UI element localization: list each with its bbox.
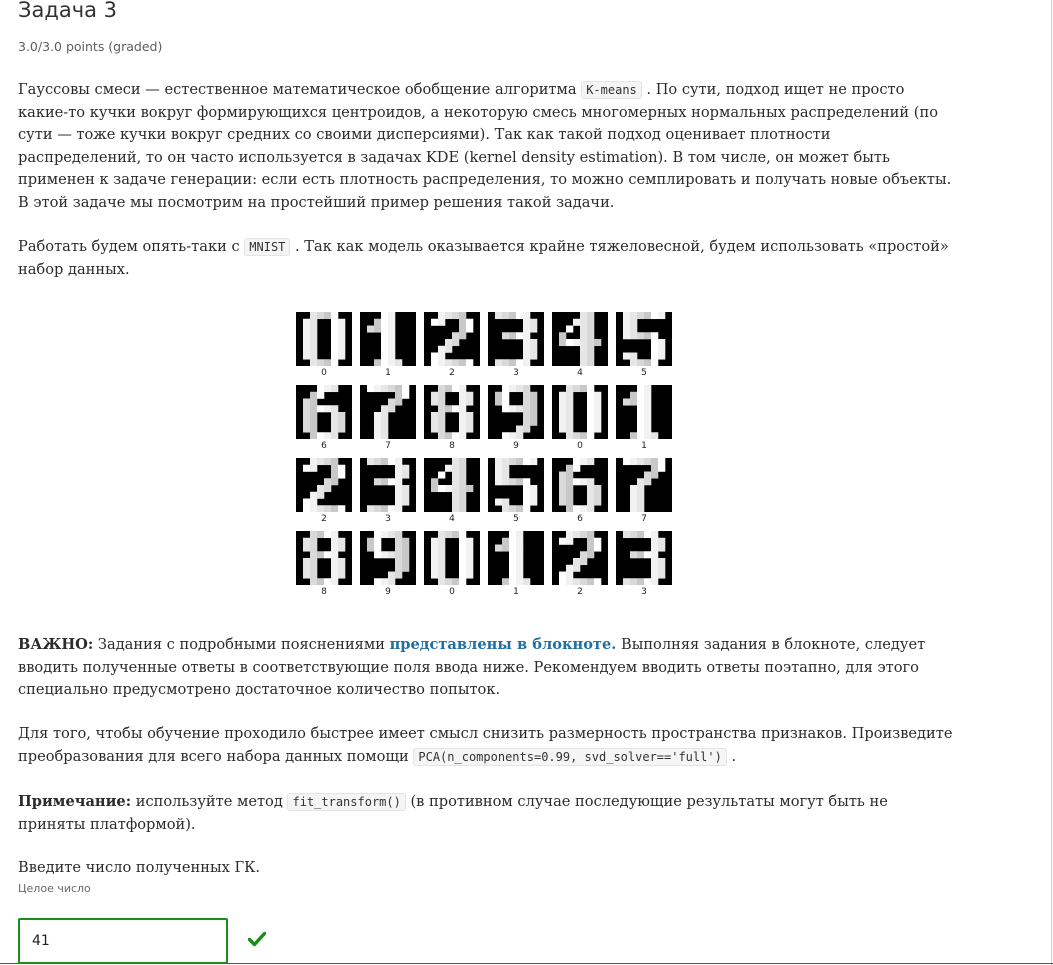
digit-image bbox=[296, 385, 352, 439]
digit-label: 1 bbox=[641, 441, 647, 451]
digit-image bbox=[360, 458, 416, 512]
important-paragraph: ВАЖНО: Задания с подробными пояснениями … bbox=[18, 634, 958, 702]
digit-label: 1 bbox=[385, 368, 391, 378]
digit-tile: 4 bbox=[424, 458, 480, 524]
digit-tile: 3 bbox=[488, 312, 544, 378]
digit-label: 2 bbox=[449, 368, 455, 378]
digit-image bbox=[424, 312, 480, 366]
digit-label: 2 bbox=[577, 587, 583, 597]
code-pca: PCA(n_components=0.99, svd_solver=='full… bbox=[413, 747, 727, 766]
answer-input[interactable] bbox=[18, 918, 228, 964]
digit-tile: 4 bbox=[552, 312, 608, 378]
digit-tile: 6 bbox=[296, 385, 352, 451]
note-text-1: используйте метод bbox=[131, 793, 288, 810]
digit-label: 0 bbox=[577, 441, 583, 451]
code-kmeans: K-means bbox=[581, 81, 642, 99]
digit-tile: 2 bbox=[424, 312, 480, 378]
digit-label: 7 bbox=[641, 514, 647, 524]
digit-tile: 5 bbox=[616, 312, 672, 378]
dataset-paragraph: Работать будем опять-таки с MNIST . Так … bbox=[18, 236, 958, 281]
problem-points: 3.0/3.0 points (graded) bbox=[18, 39, 163, 54]
digit-image bbox=[360, 531, 416, 585]
digit-image bbox=[488, 385, 544, 439]
intro-text-1: Гауссовы смеси — естественное математиче… bbox=[18, 81, 582, 98]
digit-tile: 2 bbox=[296, 458, 352, 524]
digit-tile: 0 bbox=[552, 385, 608, 451]
answer-hint: Целое число bbox=[18, 882, 91, 895]
digit-label: 1 bbox=[513, 587, 519, 597]
digit-label: 0 bbox=[321, 368, 327, 378]
note-paragraph: Примечание: используйте метод fit_transf… bbox=[18, 791, 958, 836]
digit-image bbox=[296, 531, 352, 585]
digit-label: 4 bbox=[577, 368, 583, 378]
digit-label: 0 bbox=[449, 587, 455, 597]
digit-image bbox=[616, 458, 672, 512]
digit-image bbox=[552, 312, 608, 366]
digit-tile: 3 bbox=[360, 458, 416, 524]
digit-tile: 3 bbox=[616, 531, 672, 597]
digit-label: 9 bbox=[385, 587, 391, 597]
digit-image bbox=[360, 312, 416, 366]
digit-tile: 6 bbox=[552, 458, 608, 524]
digit-image bbox=[552, 458, 608, 512]
dataset-text-1: Работать будем опять-таки с bbox=[18, 238, 245, 255]
digit-tile: 7 bbox=[360, 385, 416, 451]
digit-image bbox=[488, 312, 544, 366]
digit-tile: 8 bbox=[296, 531, 352, 597]
digit-image bbox=[552, 531, 608, 585]
important-bold: ВАЖНО: bbox=[18, 636, 94, 653]
digit-tile: 9 bbox=[488, 385, 544, 451]
digit-label: 5 bbox=[513, 514, 519, 524]
digit-label: 7 bbox=[385, 441, 391, 451]
digit-label: 6 bbox=[321, 441, 327, 451]
digit-label: 3 bbox=[641, 587, 647, 597]
digit-label: 2 bbox=[321, 514, 327, 524]
note-bold: Примечание: bbox=[18, 793, 132, 810]
digit-tile: 2 bbox=[552, 531, 608, 597]
digit-tile: 7 bbox=[616, 458, 672, 524]
digit-image bbox=[424, 531, 480, 585]
digit-tile: 5 bbox=[488, 458, 544, 524]
digit-tile: 1 bbox=[488, 531, 544, 597]
right-border bbox=[1051, 0, 1052, 965]
digit-image bbox=[488, 458, 544, 512]
digit-image bbox=[360, 385, 416, 439]
digit-label: 3 bbox=[513, 368, 519, 378]
digit-label: 8 bbox=[449, 441, 455, 451]
digit-label: 9 bbox=[513, 441, 519, 451]
intro-text-2: . По сути, подход ищет не просто какие-т… bbox=[18, 81, 952, 211]
code-fit-transform: fit_transform() bbox=[287, 793, 406, 811]
digit-image bbox=[424, 385, 480, 439]
digit-image bbox=[488, 531, 544, 585]
digit-tile: 1 bbox=[616, 385, 672, 451]
pca-text-2: . bbox=[726, 747, 737, 765]
code-mnist: MNIST bbox=[244, 238, 291, 256]
important-text-1: Задания с подробными пояснениями bbox=[93, 636, 390, 653]
digit-image bbox=[296, 312, 352, 366]
notebook-link[interactable]: представлены в блокноте. bbox=[390, 636, 617, 653]
intro-paragraph: Гауссовы смеси — естественное математиче… bbox=[18, 79, 958, 214]
digit-tile: 0 bbox=[296, 312, 352, 378]
pca-paragraph: Для того, чтобы обучение проходило быстр… bbox=[18, 723, 958, 768]
digit-tile: 8 bbox=[424, 385, 480, 451]
digit-label: 4 bbox=[449, 514, 455, 524]
digit-image bbox=[616, 531, 672, 585]
digit-image bbox=[616, 385, 672, 439]
digit-image bbox=[424, 458, 480, 512]
digit-image bbox=[552, 385, 608, 439]
digit-label: 8 bbox=[321, 587, 327, 597]
digit-label: 6 bbox=[577, 514, 583, 524]
digit-label: 3 bbox=[385, 514, 391, 524]
answer-label: Введите число полученных ГК. bbox=[18, 859, 261, 876]
digit-label: 5 bbox=[641, 368, 647, 378]
digit-tile: 1 bbox=[360, 312, 416, 378]
digit-image bbox=[296, 458, 352, 512]
digit-tile: 9 bbox=[360, 531, 416, 597]
check-icon bbox=[248, 931, 266, 947]
digit-tile: 0 bbox=[424, 531, 480, 597]
digit-image bbox=[616, 312, 672, 366]
problem-title: Задача 3 bbox=[18, 0, 118, 22]
